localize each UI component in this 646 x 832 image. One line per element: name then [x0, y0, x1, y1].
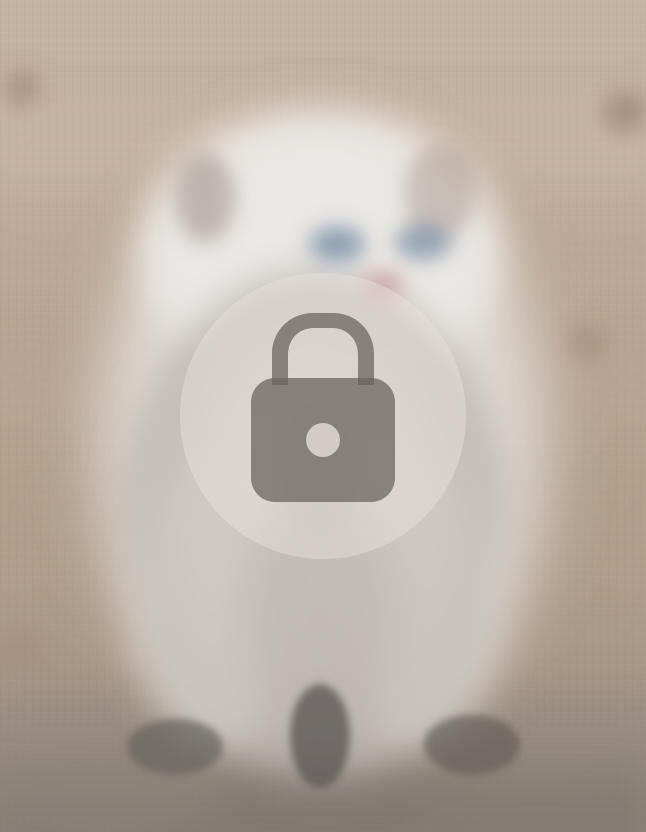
- lock-icon: [251, 313, 395, 502]
- lock-overlay: [180, 273, 466, 559]
- locked-media-preview: [0, 0, 646, 832]
